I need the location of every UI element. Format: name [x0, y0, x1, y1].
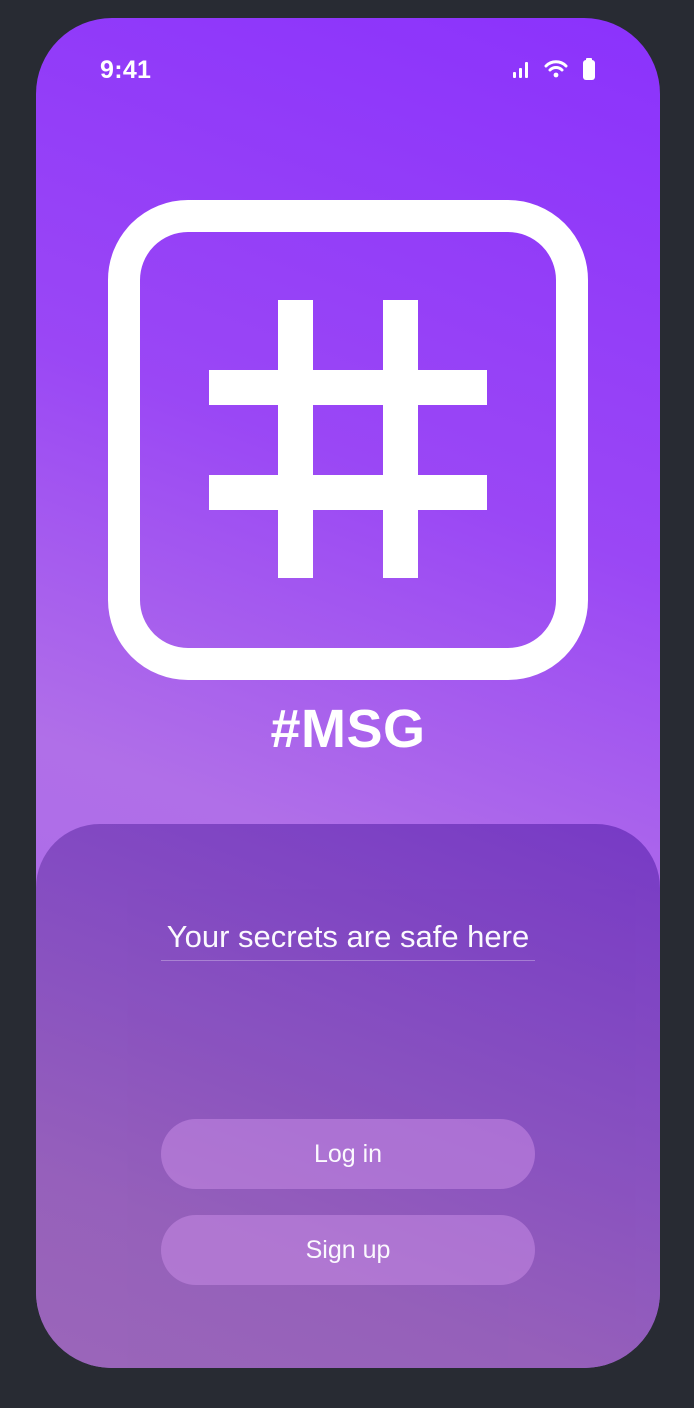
status-time: 9:41 [100, 56, 152, 84]
hashtag-icon [108, 200, 588, 680]
status-icons [512, 58, 596, 80]
phone-screen: 9:41 #MSG Your secrets are safe here Log… [36, 18, 660, 1368]
tagline: Your secrets are safe here [161, 918, 535, 961]
wifi-icon [544, 60, 568, 78]
signup-button[interactable]: Sign up [161, 1215, 535, 1285]
login-button[interactable]: Log in [161, 1119, 535, 1189]
signal-icon [512, 60, 530, 78]
status-bar: 9:41 [36, 18, 660, 118]
bottom-sheet: Your secrets are safe here Log in Sign u… [36, 824, 660, 1368]
app-name: #MSG [270, 699, 426, 759]
battery-icon [582, 58, 596, 80]
